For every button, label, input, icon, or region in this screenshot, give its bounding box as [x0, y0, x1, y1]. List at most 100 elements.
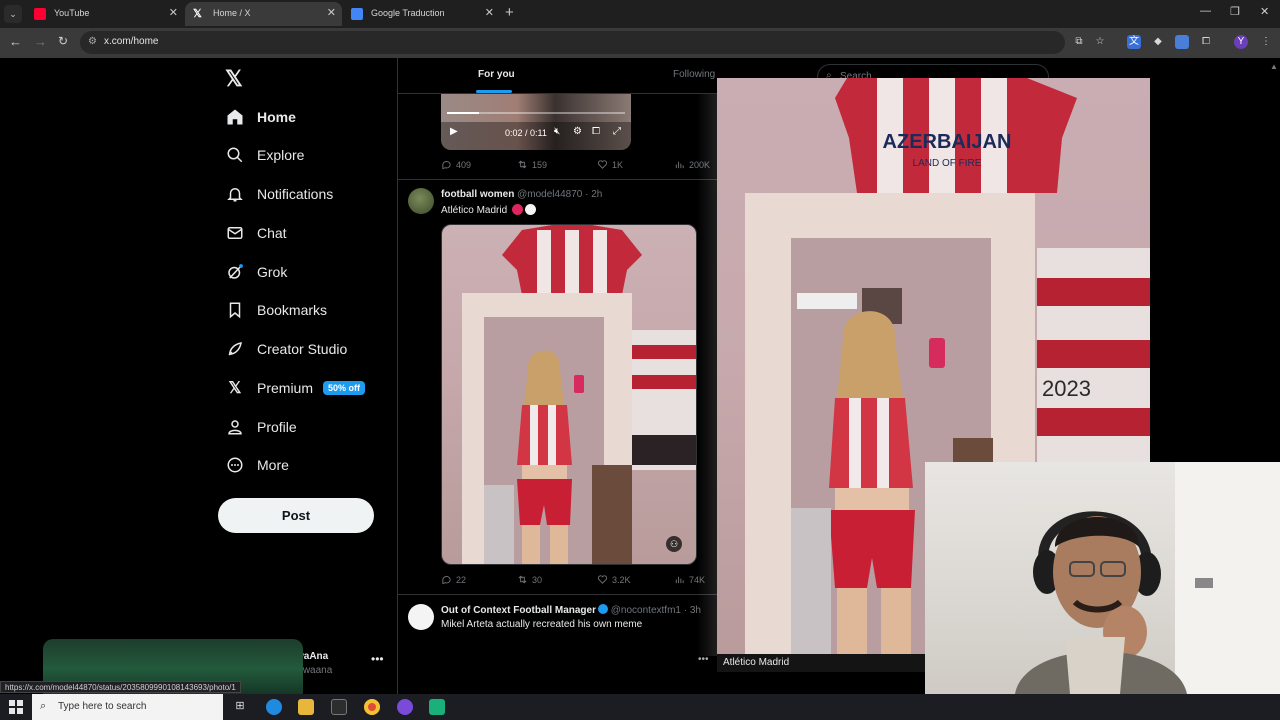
- restore-icon[interactable]: ❐: [1230, 5, 1240, 18]
- views-icon: [675, 161, 684, 169]
- home-icon: [225, 107, 245, 127]
- repost-button[interactable]: 30: [517, 574, 542, 585]
- extension-diamond-icon[interactable]: ◆: [1151, 35, 1165, 49]
- rocket-icon: [225, 339, 245, 359]
- nav-creator-studio[interactable]: Creator Studio: [225, 334, 347, 364]
- tab-home-x[interactable]: 𝕏 Home / X ✕: [185, 2, 342, 26]
- profile-avatar-icon[interactable]: Y: [1234, 35, 1248, 49]
- preview-caption-text: Atlético Madrid: [723, 657, 790, 668]
- nav-label: Bookmarks: [257, 302, 328, 318]
- nav-explore[interactable]: Explore: [225, 140, 304, 170]
- like-count: 3.2K: [612, 574, 631, 585]
- task-view-icon[interactable]: ⊞: [232, 699, 248, 715]
- gif-alt-icon[interactable]: ⚇: [666, 536, 682, 552]
- tweet-text: Mikel Arteta actually recreated his own …: [441, 619, 643, 630]
- nav-home[interactable]: Home: [225, 102, 296, 132]
- x-logo-icon[interactable]: 𝕏: [225, 66, 243, 92]
- windows-start-icon[interactable]: [9, 700, 23, 714]
- video-progress-bar[interactable]: [447, 112, 625, 114]
- window-close-icon[interactable]: ✕: [1260, 5, 1269, 18]
- x-favicon-icon: 𝕏: [193, 8, 202, 20]
- tab-for-you[interactable]: For you: [478, 69, 515, 80]
- captions-icon[interactable]: ⧠: [592, 126, 600, 137]
- nav-notifications[interactable]: Notifications: [225, 179, 333, 209]
- install-app-icon[interactable]: ⧉: [1072, 35, 1086, 49]
- tweet-age[interactable]: · 2h: [585, 189, 602, 200]
- reply-button[interactable]: 409: [441, 159, 471, 170]
- extension-blue-icon[interactable]: [1175, 35, 1189, 49]
- views-icon: [675, 576, 684, 584]
- app-green-icon[interactable]: [429, 699, 445, 715]
- close-icon[interactable]: ✕: [485, 6, 494, 19]
- browser-tab-bar: ⌄ YouTube ✕ 𝕏 Home / X ✕ Google Traducti…: [0, 0, 1280, 28]
- author-name[interactable]: football women: [441, 189, 514, 200]
- bookmark-icon: [225, 300, 245, 320]
- fullscreen-icon[interactable]: ⤢: [613, 126, 621, 137]
- nav-label: Explore: [257, 147, 305, 163]
- settings-icon[interactable]: ⚙: [573, 126, 582, 137]
- minimize-icon[interactable]: —: [1200, 5, 1211, 17]
- windows-taskbar: ⌕ Type here to search ⊞: [0, 694, 1280, 720]
- close-icon[interactable]: ✕: [169, 6, 178, 19]
- repost-icon: [518, 575, 527, 584]
- edge-icon[interactable]: [266, 699, 282, 715]
- file-explorer-icon[interactable]: [298, 699, 314, 715]
- taskbar-search-input[interactable]: ⌕ Type here to search: [32, 694, 223, 720]
- extensions-puzzle-icon[interactable]: ⧠: [1199, 35, 1213, 49]
- scrollbar-up-icon[interactable]: ▲: [1270, 62, 1278, 71]
- more-dots-icon[interactable]: •••: [371, 652, 384, 666]
- play-icon[interactable]: ▶: [450, 126, 458, 137]
- nav-chat[interactable]: Chat: [225, 218, 287, 248]
- nav-grok[interactable]: Grok: [225, 257, 287, 287]
- nav-more[interactable]: More: [225, 450, 289, 480]
- caption-more-icon[interactable]: •••: [698, 654, 709, 665]
- author-handle[interactable]: @model44870: [517, 189, 582, 200]
- avatar[interactable]: [408, 188, 434, 214]
- nav-premium[interactable]: 𝕏 Premium 50% off: [225, 373, 366, 403]
- repost-button[interactable]: 159: [517, 159, 547, 170]
- reload-icon[interactable]: ↻: [58, 34, 68, 48]
- avatar[interactable]: [408, 604, 434, 630]
- bell-icon: [225, 184, 245, 204]
- nav-profile[interactable]: Profile: [225, 412, 297, 442]
- nav-label: Profile: [257, 419, 297, 435]
- grok-icon: [225, 262, 245, 282]
- photo-image: [462, 225, 696, 564]
- back-icon[interactable]: ←: [9, 34, 22, 49]
- youtube-favicon-icon: [34, 8, 46, 20]
- translate-extension-icon[interactable]: 文: [1127, 35, 1141, 49]
- heart-icon: [597, 575, 608, 584]
- preview-caption: Atlético Madrid: [717, 654, 930, 672]
- taskbar-search-placeholder: Type here to search: [58, 701, 147, 712]
- store-icon[interactable]: [331, 699, 347, 715]
- chrome-icon[interactable]: [364, 699, 380, 715]
- author-handle[interactable]: @nocontextfm1: [611, 605, 681, 616]
- address-bar[interactable]: ⚙ x.com/home: [80, 31, 1065, 54]
- close-icon[interactable]: ✕: [327, 6, 336, 19]
- site-info-icon[interactable]: ⚙: [88, 36, 97, 47]
- tab-following[interactable]: Following: [673, 69, 715, 80]
- browser-menu-icon[interactable]: ⋮: [1259, 35, 1273, 49]
- nav-label: Chat: [257, 225, 287, 241]
- bookmark-star-icon[interactable]: ☆: [1093, 35, 1107, 49]
- tab-google-traduction[interactable]: Google Traduction ✕: [343, 2, 500, 26]
- tab-title: Home / X: [213, 8, 251, 18]
- post-button[interactable]: Post: [218, 498, 374, 533]
- new-tab-button[interactable]: +: [505, 4, 514, 21]
- like-button[interactable]: 1K: [597, 159, 623, 170]
- tab-search-button[interactable]: ⌄: [4, 5, 22, 23]
- like-button[interactable]: 3.2K: [597, 574, 631, 585]
- tab-youtube[interactable]: YouTube ✕: [26, 2, 184, 26]
- mute-icon[interactable]: 🔇︎: [554, 126, 560, 137]
- nav-bookmarks[interactable]: Bookmarks: [225, 295, 327, 325]
- app-purple-icon[interactable]: [397, 699, 413, 715]
- timeline: For you Following ▶ 0:02 / 0:11 🔇︎ ⚙ ⧠ ⤢…: [397, 58, 798, 694]
- forward-icon[interactable]: →: [34, 34, 47, 49]
- tab-indicator: [476, 90, 512, 93]
- tweet-photo[interactable]: ⚇: [441, 224, 697, 565]
- tweet-header: football women @model44870 · 2h: [441, 189, 602, 200]
- reply-button[interactable]: 22: [441, 574, 466, 585]
- author-name[interactable]: Out of Context Football Manager: [441, 605, 596, 616]
- tweet-actions: 409 159 1K 200K: [441, 159, 711, 173]
- video-player[interactable]: [441, 94, 631, 150]
